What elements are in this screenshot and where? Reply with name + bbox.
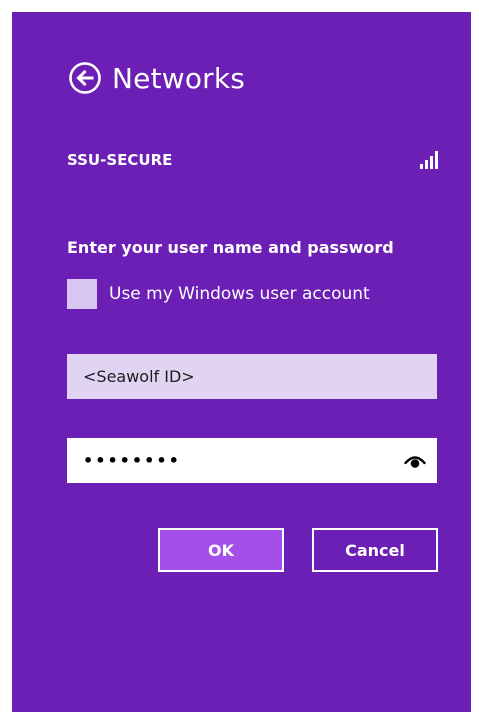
cancel-button[interactable]: Cancel [312,528,438,572]
credentials-prompt: Enter your user name and password [67,238,394,257]
use-windows-account-option[interactable]: Use my Windows user account [67,279,370,309]
signal-bar [430,156,433,169]
network-item: SSU-SECURE [67,148,438,172]
panel-header: Networks [68,58,245,98]
ok-button[interactable]: OK [158,528,284,572]
signal-bar [435,151,438,169]
back-arrow-circle-icon[interactable] [68,61,102,95]
password-field-container [67,438,437,483]
signal-bar [425,160,428,169]
back-button[interactable] [68,61,102,95]
eye-icon[interactable] [404,453,426,469]
signal-bar [420,164,423,169]
network-name: SSU-SECURE [67,151,173,169]
networks-panel: Networks SSU-SECURE Enter your user name… [12,12,471,712]
username-input[interactable] [67,354,437,399]
use-windows-account-label: Use my Windows user account [109,284,370,304]
signal-strength-icon [420,151,438,169]
page-title: Networks [112,61,246,95]
password-input[interactable] [67,438,387,483]
reveal-password-button[interactable] [403,449,427,473]
use-windows-account-checkbox[interactable] [67,279,97,309]
